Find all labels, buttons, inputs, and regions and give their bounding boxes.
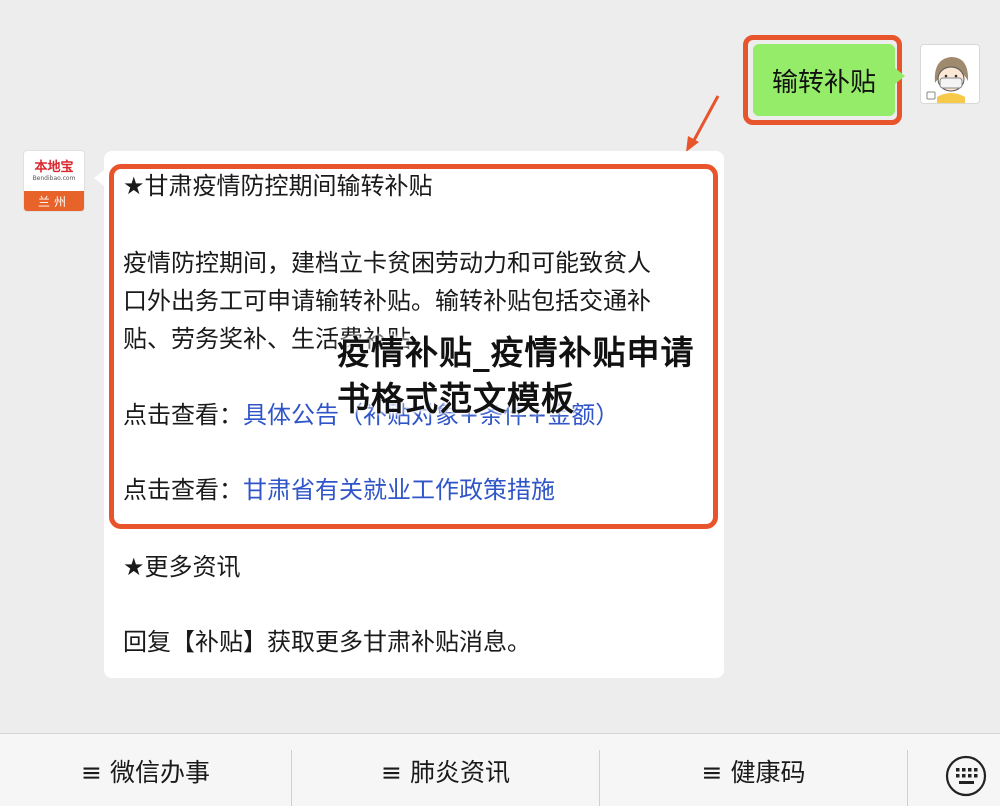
reply-hint: 回复【补贴】获取更多甘肃补贴消息。 — [123, 628, 531, 656]
overlay-watermark-title: 疫情补贴_疫情补贴申请书格式范文模板 — [337, 333, 695, 418]
bot-avatar-logo: 本地宝 — [34, 159, 74, 175]
paragraph-line: 口外出务工可申请输转补贴。输转补贴包括交通补 — [123, 287, 651, 315]
annotation-arrow-icon — [686, 95, 720, 152]
bot-bubble-tail — [94, 170, 104, 186]
more-news-heading: ★更多资讯 — [123, 553, 241, 581]
message-heading: ★甘肃疫情防控期间输转补贴 — [123, 172, 433, 200]
keyboard-icon[interactable] — [944, 754, 988, 798]
user-avatar[interactable] — [920, 44, 980, 104]
menu-health-code[interactable]: ≡ 健康码 — [600, 734, 907, 806]
user-message-text: 输转补贴 — [771, 67, 876, 98]
bottom-menu-bar: ≡ 微信办事 ≡ 肺炎资讯 ≡ 健康码 — [0, 733, 1000, 806]
cartoon-avatar-icon — [921, 45, 979, 103]
chat-screen: 输转补贴 本地宝 Bendibao.com 兰州 ★甘肃疫情防控期间输转补贴 疫… — [0, 0, 1000, 806]
view-link-row-2: 点击查看：甘肃省有关就业工作政策措施 — [123, 472, 555, 508]
view-prefix: 点击查看： — [123, 401, 243, 429]
bot-avatar-url: Bendibao.com — [32, 174, 76, 182]
policy-link[interactable]: 甘肃省有关就业工作政策措施 — [243, 476, 555, 504]
user-bubble-tail — [895, 68, 905, 84]
bot-avatar-city: 兰州 — [24, 191, 84, 211]
paragraph-line: 疫情防控期间，建档立卡贫困劳动力和可能致贫人 — [123, 249, 651, 277]
view-prefix: 点击查看： — [123, 476, 243, 504]
menu-divider — [907, 750, 908, 806]
menu-pneumonia-news[interactable]: ≡ 肺炎资讯 — [292, 734, 599, 806]
menu-wechat-services[interactable]: ≡ 微信办事 — [0, 734, 291, 806]
bot-avatar[interactable]: 本地宝 Bendibao.com 兰州 — [24, 151, 84, 211]
user-message-bubble[interactable]: 输转补贴 — [753, 44, 895, 116]
